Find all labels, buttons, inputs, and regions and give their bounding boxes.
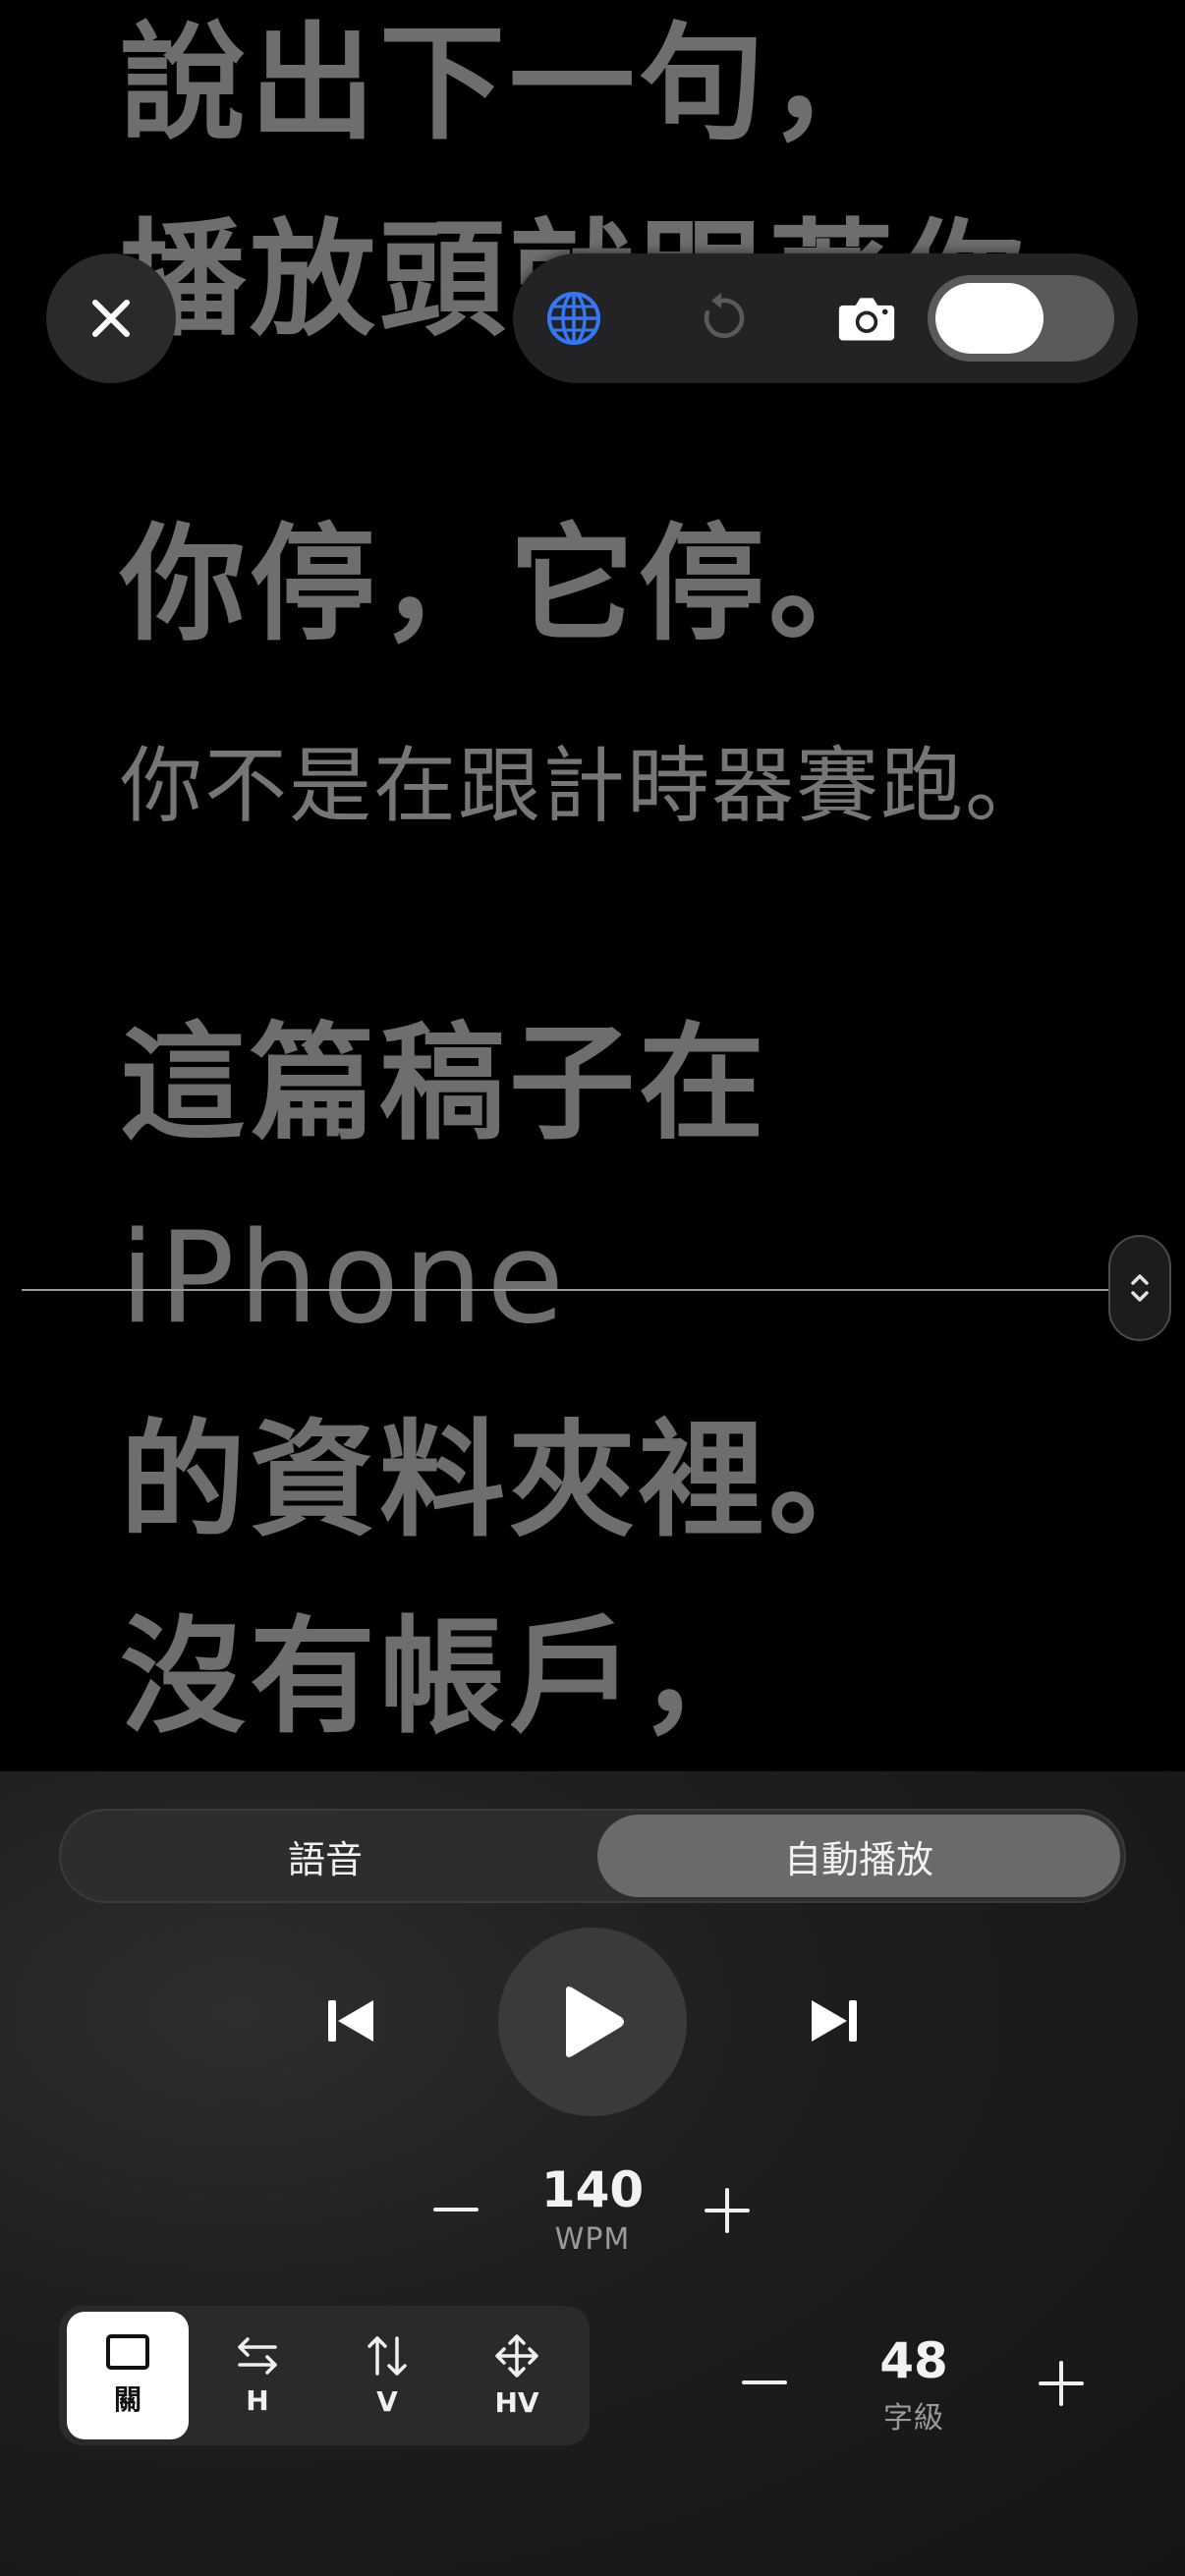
- mode-autoplay-tab[interactable]: 自動播放: [597, 1815, 1120, 1897]
- minus-icon: [433, 2208, 479, 2212]
- arrows-vertical-icon: [367, 2335, 407, 2376]
- toggle-knob: [935, 283, 1044, 354]
- mode-voice-tab[interactable]: 語音: [65, 1815, 586, 1897]
- script-line: 沒有帳戶，: [120, 1604, 769, 1751]
- globe-icon: [547, 292, 600, 345]
- mirror-option-label: 關: [113, 2383, 141, 2416]
- mirror-v-option[interactable]: V: [326, 2312, 448, 2439]
- reading-guide-handle[interactable]: [1108, 1235, 1171, 1341]
- font-size-decrease-button[interactable]: [725, 2344, 804, 2423]
- skip-forward-icon: [812, 2000, 857, 2042]
- mirror-option-label: H: [246, 2383, 269, 2417]
- play-icon: [566, 1987, 624, 2057]
- camera-icon: [838, 298, 895, 341]
- chevron-up-down-icon: [1131, 1274, 1149, 1302]
- previous-button[interactable]: [312, 1987, 391, 2055]
- skip-back-icon: [328, 2000, 373, 2042]
- top-toolbar: [513, 253, 1138, 383]
- mirror-option-label: V: [376, 2384, 398, 2418]
- font-size-unit: 字級: [883, 2401, 944, 2436]
- camera-toggle[interactable]: [928, 275, 1114, 362]
- play-button[interactable]: [498, 1928, 687, 2116]
- script-line: 這篇稿子在: [120, 1011, 769, 1157]
- script-line: 的資料夾裡。: [120, 1408, 899, 1554]
- language-button[interactable]: [544, 289, 603, 348]
- arrows-horizontal-icon: [238, 2336, 277, 2375]
- mirror-h-option[interactable]: H: [197, 2312, 318, 2439]
- script-line: 你不是在跟計時器賽跑。: [120, 738, 1050, 834]
- reading-guide-line: [22, 1289, 1114, 1291]
- mirror-hv-option[interactable]: HV: [456, 2312, 578, 2439]
- script-line: 說出下一句，: [120, 11, 899, 157]
- reset-button[interactable]: [692, 289, 751, 348]
- mode-segmented-control: 語音 自動播放: [59, 1809, 1126, 1903]
- font-size-value: 48: [879, 2332, 948, 2389]
- mirror-segmented-control: 關 H V HV: [59, 2306, 590, 2445]
- script-line: iPhone: [120, 1205, 569, 1352]
- next-button[interactable]: [794, 1987, 873, 2055]
- plus-icon: [1039, 2361, 1084, 2406]
- mirror-option-label: HV: [494, 2385, 539, 2419]
- script-line: 你停，它停。: [120, 512, 899, 658]
- font-size-increase-button[interactable]: [1022, 2344, 1100, 2423]
- close-button[interactable]: [46, 253, 176, 383]
- arrows-move-icon: [495, 2333, 538, 2378]
- speed-value: 140: [540, 2161, 645, 2218]
- square-icon: [106, 2334, 149, 2370]
- minus-icon: [742, 2380, 787, 2384]
- camera-button[interactable]: [837, 289, 896, 348]
- speed-increase-button[interactable]: [688, 2171, 766, 2250]
- plus-icon: [705, 2188, 750, 2233]
- speed-unit: WPM: [554, 2222, 631, 2257]
- speed-decrease-button[interactable]: [417, 2171, 495, 2250]
- mirror-off-option[interactable]: 關: [67, 2312, 189, 2439]
- close-icon: [92, 300, 130, 337]
- rotate-left-icon: [704, 293, 745, 338]
